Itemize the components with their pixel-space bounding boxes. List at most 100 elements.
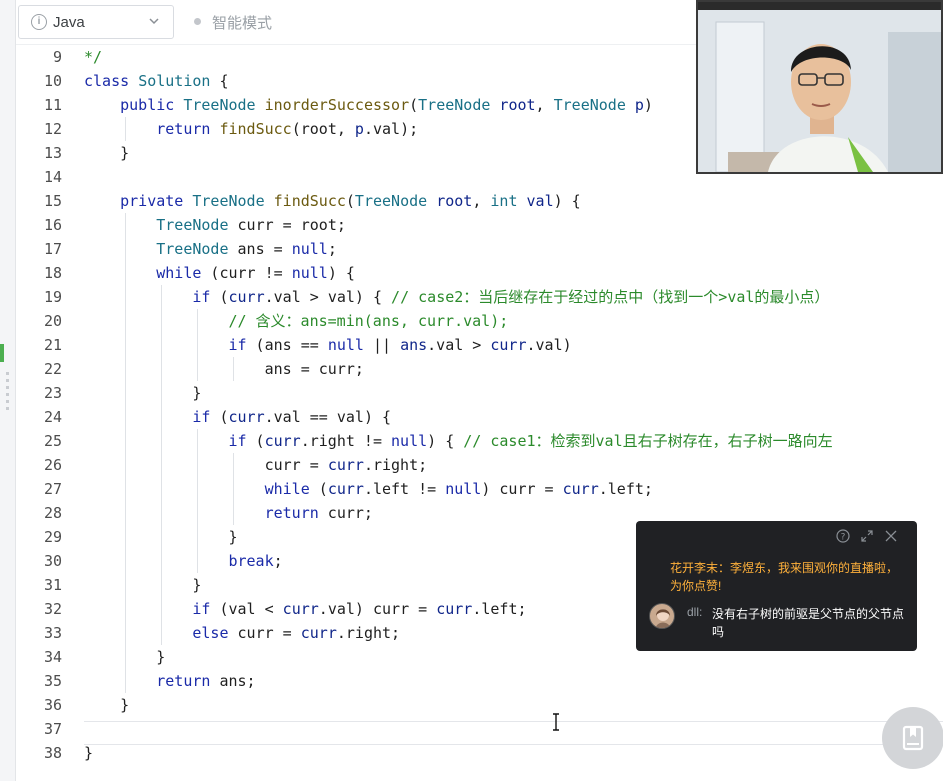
code-token: } bbox=[192, 384, 202, 402]
mode-label[interactable]: 智能模式 bbox=[212, 12, 272, 33]
language-select[interactable]: i Java bbox=[18, 5, 174, 39]
code-token: { bbox=[210, 72, 229, 90]
svg-text:?: ? bbox=[841, 533, 846, 543]
indent-guide bbox=[160, 357, 162, 381]
code-text: break; bbox=[228, 549, 282, 573]
code-token: private bbox=[120, 192, 184, 210]
code-token: curr = bbox=[264, 456, 328, 474]
code-token: TreeNode bbox=[553, 96, 626, 114]
help-icon[interactable]: ? bbox=[836, 529, 850, 543]
code-token: .val); bbox=[363, 120, 419, 138]
code-text: */ bbox=[84, 45, 102, 69]
code-token: (root, bbox=[291, 120, 355, 138]
indent-guide bbox=[160, 429, 162, 453]
line-number: 20 bbox=[43, 312, 62, 330]
code-token: ; bbox=[273, 552, 283, 570]
code-token: } bbox=[228, 528, 238, 546]
code-token: curr = root; bbox=[228, 216, 346, 234]
code-line: 18 while (curr != null) { bbox=[16, 261, 943, 285]
code-token: curr bbox=[327, 456, 364, 474]
code-token: ( bbox=[210, 408, 229, 426]
line-number: 32 bbox=[43, 600, 62, 618]
code-token: */ bbox=[84, 48, 103, 66]
indent-guide bbox=[124, 309, 126, 333]
code-token: if bbox=[228, 336, 247, 354]
code-token: curr bbox=[228, 288, 265, 306]
line-number: 38 bbox=[43, 744, 62, 762]
code-token: TreeNode bbox=[418, 96, 491, 114]
code-token: } bbox=[120, 144, 130, 162]
code-token: (curr != bbox=[201, 264, 292, 282]
code-line: 16 TreeNode curr = root; bbox=[16, 213, 943, 237]
indent-guide bbox=[160, 597, 162, 621]
line-number: 31 bbox=[43, 576, 62, 594]
indent-guide bbox=[160, 549, 162, 573]
code-token: findSucc bbox=[273, 192, 346, 210]
code-line: 22 ans = curr; bbox=[16, 357, 943, 381]
code-text: } bbox=[120, 693, 129, 717]
code-token: curr bbox=[228, 408, 265, 426]
code-token: null bbox=[445, 480, 482, 498]
line-number: 9 bbox=[52, 48, 62, 66]
code-text: curr = curr.right; bbox=[265, 453, 428, 477]
line-number: 37 bbox=[43, 720, 62, 738]
chat-username: dll: bbox=[687, 605, 703, 619]
indent-guide bbox=[160, 405, 162, 429]
indent-guide bbox=[124, 237, 126, 261]
indent-guide bbox=[160, 525, 162, 549]
code-line: 35 return ans; bbox=[16, 669, 943, 693]
indent-guide bbox=[160, 381, 162, 405]
expand-icon[interactable] bbox=[860, 529, 874, 543]
code-token: .val > val) { bbox=[264, 288, 392, 306]
chat-message-text: 没有右子树的前驱是父节点的父节点吗 bbox=[712, 607, 905, 639]
code-token: .right; bbox=[363, 456, 428, 474]
code-token: , bbox=[535, 96, 554, 114]
indent-guide bbox=[124, 429, 126, 453]
code-text: public TreeNode inorderSuccessor(TreeNod… bbox=[120, 93, 653, 117]
code-token: return bbox=[156, 120, 211, 138]
bookmark-button[interactable] bbox=[882, 707, 943, 769]
code-token: curr bbox=[436, 600, 473, 618]
indent-guide bbox=[196, 549, 198, 573]
code-token: , bbox=[472, 192, 491, 210]
indent-guide bbox=[196, 477, 198, 501]
line-number: 22 bbox=[43, 360, 62, 378]
line-number: 30 bbox=[43, 552, 62, 570]
drag-handle[interactable] bbox=[6, 372, 9, 412]
code-text: } bbox=[192, 573, 201, 597]
code-token: ( bbox=[345, 192, 355, 210]
code-token: while bbox=[156, 264, 202, 282]
line-number: 26 bbox=[43, 456, 62, 474]
code-text: TreeNode ans = null; bbox=[156, 237, 337, 261]
line-number: 19 bbox=[43, 288, 62, 306]
close-icon[interactable] bbox=[884, 529, 898, 543]
code-token: ( bbox=[409, 96, 419, 114]
code-text: if (curr.val == val) { bbox=[192, 405, 391, 429]
code-text: // 含义：ans=min(ans, curr.val); bbox=[228, 309, 508, 333]
avatar[interactable] bbox=[649, 603, 675, 629]
code-line: 25 if (curr.right != null) { // case1：检索到… bbox=[16, 429, 943, 453]
code-line: 21 if (ans == null || ans.val > curr.val) bbox=[16, 333, 943, 357]
language-label: Java bbox=[53, 14, 85, 31]
code-line: 23} bbox=[16, 381, 943, 405]
indent-guide bbox=[124, 357, 126, 381]
indent-guide bbox=[196, 525, 198, 549]
line-number: 23 bbox=[43, 384, 62, 402]
indent-guide bbox=[124, 477, 126, 501]
indent-guide bbox=[160, 573, 162, 597]
code-token: if bbox=[192, 600, 211, 618]
code-token: p bbox=[354, 120, 364, 138]
code-token: while bbox=[264, 480, 310, 498]
code-token: (ans == bbox=[246, 336, 328, 354]
line-number: 14 bbox=[43, 168, 62, 186]
code-line: 24 if (curr.val == val) { bbox=[16, 405, 943, 429]
code-token: .right != bbox=[300, 432, 392, 450]
indent-guide bbox=[160, 501, 162, 525]
